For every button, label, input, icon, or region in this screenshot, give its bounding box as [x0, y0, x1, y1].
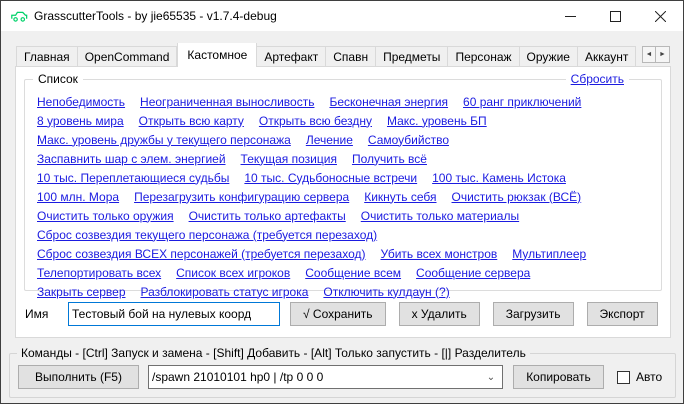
auto-checkbox-label: Авто: [636, 370, 662, 384]
link-row: Очистить только оружия Очистить только ар…: [37, 206, 649, 225]
maximize-icon[interactable]: [593, 1, 638, 31]
command-link[interactable]: Текущая позиция: [241, 152, 337, 166]
command-link[interactable]: Убить всех монстров: [380, 247, 497, 261]
command-link[interactable]: Открыть всю карту: [139, 114, 244, 128]
chevron-down-icon[interactable]: ⌄: [483, 372, 499, 383]
tab-6[interactable]: Предметы: [376, 46, 448, 67]
reset-link[interactable]: Сбросить: [571, 72, 624, 86]
command-link[interactable]: 100 млн. Мора: [37, 190, 119, 204]
command-link[interactable]: Бесконечная энергия: [329, 95, 448, 109]
copy-button[interactable]: Копировать: [513, 365, 604, 389]
commands-row: Выполнить (F5) /spawn 21010101 hp0 | /tp…: [18, 365, 667, 389]
command-link[interactable]: 8 уровень мира: [37, 114, 124, 128]
commands-groupbox: Команды - [Ctrl] Запуск и замена - [Shif…: [9, 353, 676, 398]
command-link[interactable]: Список всех игроков: [176, 266, 290, 280]
export-button[interactable]: Экспорт: [587, 302, 658, 326]
link-row: 100 млн. Мора Перезагрузить конфигурацию …: [37, 187, 649, 206]
reset-link-wrap: Сбросить: [566, 72, 629, 86]
command-link[interactable]: Очистить рюкзак (ВСЁ): [452, 190, 582, 204]
link-row: Заспавнить шар с элем. энергией Текущая п…: [37, 149, 649, 168]
command-link[interactable]: Самоубийство: [368, 133, 449, 147]
tab-2[interactable]: OpenCommand: [78, 46, 178, 67]
minimize-icon[interactable]: [548, 1, 593, 31]
command-link[interactable]: Заспавнить шар с элем. энергией: [37, 152, 226, 166]
window-controls: [548, 1, 683, 31]
list-groupbox-title: Список: [33, 72, 83, 86]
tab-8[interactable]: Оружие: [520, 46, 578, 67]
tab-page-custom: Список Сбросить Непобедимость Неограничен…: [15, 66, 671, 338]
tab-scroll-right-icon[interactable]: ►: [656, 46, 670, 63]
command-link[interactable]: 10 тыс. Переплетающиеся судьбы: [37, 171, 229, 185]
command-link[interactable]: Макс. уровень БП: [387, 114, 487, 128]
command-link[interactable]: 100 тыс. Камень Истока: [432, 171, 566, 185]
command-link[interactable]: Макс. уровень дружбы у текущего персонаж…: [37, 133, 291, 147]
command-link[interactable]: Перезагрузить конфигурацию сервера: [134, 190, 349, 204]
link-row: Макс. уровень дружбы у текущего персонаж…: [37, 130, 649, 149]
commands-groupbox-title: Команды - [Ctrl] Запуск и замена - [Shif…: [17, 346, 530, 360]
tab-9[interactable]: Аккаунт: [578, 46, 636, 67]
auto-checkbox-group: Авто: [617, 370, 662, 384]
command-combobox-value: /spawn 21010101 hp0 | /tp 0 0 0: [152, 370, 483, 384]
command-link[interactable]: Получить всё: [352, 152, 427, 166]
command-link[interactable]: Неограниченная выносливость: [140, 95, 314, 109]
run-button[interactable]: Выполнить (F5): [18, 365, 139, 389]
command-link[interactable]: Сброс созвездия ВСЕХ персонажей (требует…: [37, 247, 365, 261]
command-link-list: Непобедимость Неограниченная выносливость…: [25, 80, 661, 301]
auto-checkbox[interactable]: [617, 371, 630, 384]
link-row: 8 уровень мира Открыть всю карту Открыть в…: [37, 111, 649, 130]
tab-1[interactable]: Главная: [16, 46, 78, 67]
delete-button[interactable]: x Удалить: [399, 302, 480, 326]
command-link[interactable]: 60 ранг приключений: [463, 95, 581, 109]
command-link[interactable]: Сброс созвездия текущего персонажа (треб…: [37, 228, 377, 242]
save-button[interactable]: √ Сохранить: [290, 302, 386, 326]
command-link[interactable]: Разблокировать статус игрока: [141, 285, 309, 299]
load-button[interactable]: Загрузить: [493, 302, 574, 326]
list-groupbox: Список Сбросить НепобедимостьНеограничен…: [24, 79, 662, 291]
tab-scroll-buttons: ◄ ►: [642, 46, 670, 63]
command-link[interactable]: Лечение: [306, 133, 353, 147]
command-link[interactable]: Непобедимость: [37, 95, 125, 109]
command-link[interactable]: Закрыть сервер: [37, 285, 126, 299]
link-row: 10 тыс. Переплетающиеся судьбы 10 тыс. Су…: [37, 168, 649, 187]
name-buttons: √ Сохранить x Удалить Загрузить Экспорт: [290, 302, 658, 326]
command-link[interactable]: Кикнуть себя: [364, 190, 436, 204]
command-link[interactable]: Очистить только оружия: [37, 209, 174, 223]
link-row: Сброс созвездия текущего персонажа (треб…: [37, 225, 649, 244]
name-row: Имя √ Сохранить x Удалить Загрузить Экспорт: [24, 301, 664, 327]
window-title: GrasscutterTools - by jie65535 - v1.7.4-…: [34, 9, 277, 23]
tab-3[interactable]: Кастомное: [177, 43, 257, 67]
tab-7[interactable]: Персонаж: [448, 46, 519, 67]
name-input[interactable]: [68, 302, 280, 326]
command-link[interactable]: 10 тыс. Судьбоносные встречи: [244, 171, 417, 185]
link-row: Закрыть сервер Разблокировать статус игро…: [37, 282, 649, 301]
command-link[interactable]: Сообщение всем: [305, 266, 401, 280]
link-row: Телепортировать всех Список всех игроков С…: [37, 263, 649, 282]
name-label: Имя: [24, 307, 68, 321]
app-window: GrasscutterTools - by jie65535 - v1.7.4-…: [0, 0, 684, 404]
close-icon[interactable]: [638, 1, 683, 31]
command-link[interactable]: Открыть всю бездну: [259, 114, 372, 128]
command-link[interactable]: Очистить только артефакты: [189, 209, 346, 223]
command-link[interactable]: Телепортировать всех: [37, 266, 161, 280]
link-row: Непобедимость Неограниченная выносливость…: [37, 92, 649, 111]
title-bar[interactable]: GrasscutterTools - by jie65535 - v1.7.4-…: [1, 1, 683, 31]
tab-scroll-left-icon[interactable]: ◄: [642, 46, 656, 63]
tab-4[interactable]: Артефакт: [257, 46, 326, 67]
command-link[interactable]: Отключить кулдаун (?): [323, 285, 449, 299]
link-row: Сброс созвездия ВСЕХ персонажей (требует…: [37, 244, 649, 263]
command-link[interactable]: Мультиплеер: [512, 247, 586, 261]
app-logo-car-icon: [10, 9, 28, 23]
tab-5[interactable]: Спавн: [326, 46, 376, 67]
command-combobox[interactable]: /spawn 21010101 hp0 | /tp 0 0 0 ⌄: [148, 365, 503, 389]
tab-strip: ГлавнаяOpenCommandКастомноеАртефактСпавн…: [16, 43, 641, 67]
command-link[interactable]: Очистить только материалы: [361, 209, 519, 223]
command-link[interactable]: Сообщение сервера: [416, 266, 530, 280]
